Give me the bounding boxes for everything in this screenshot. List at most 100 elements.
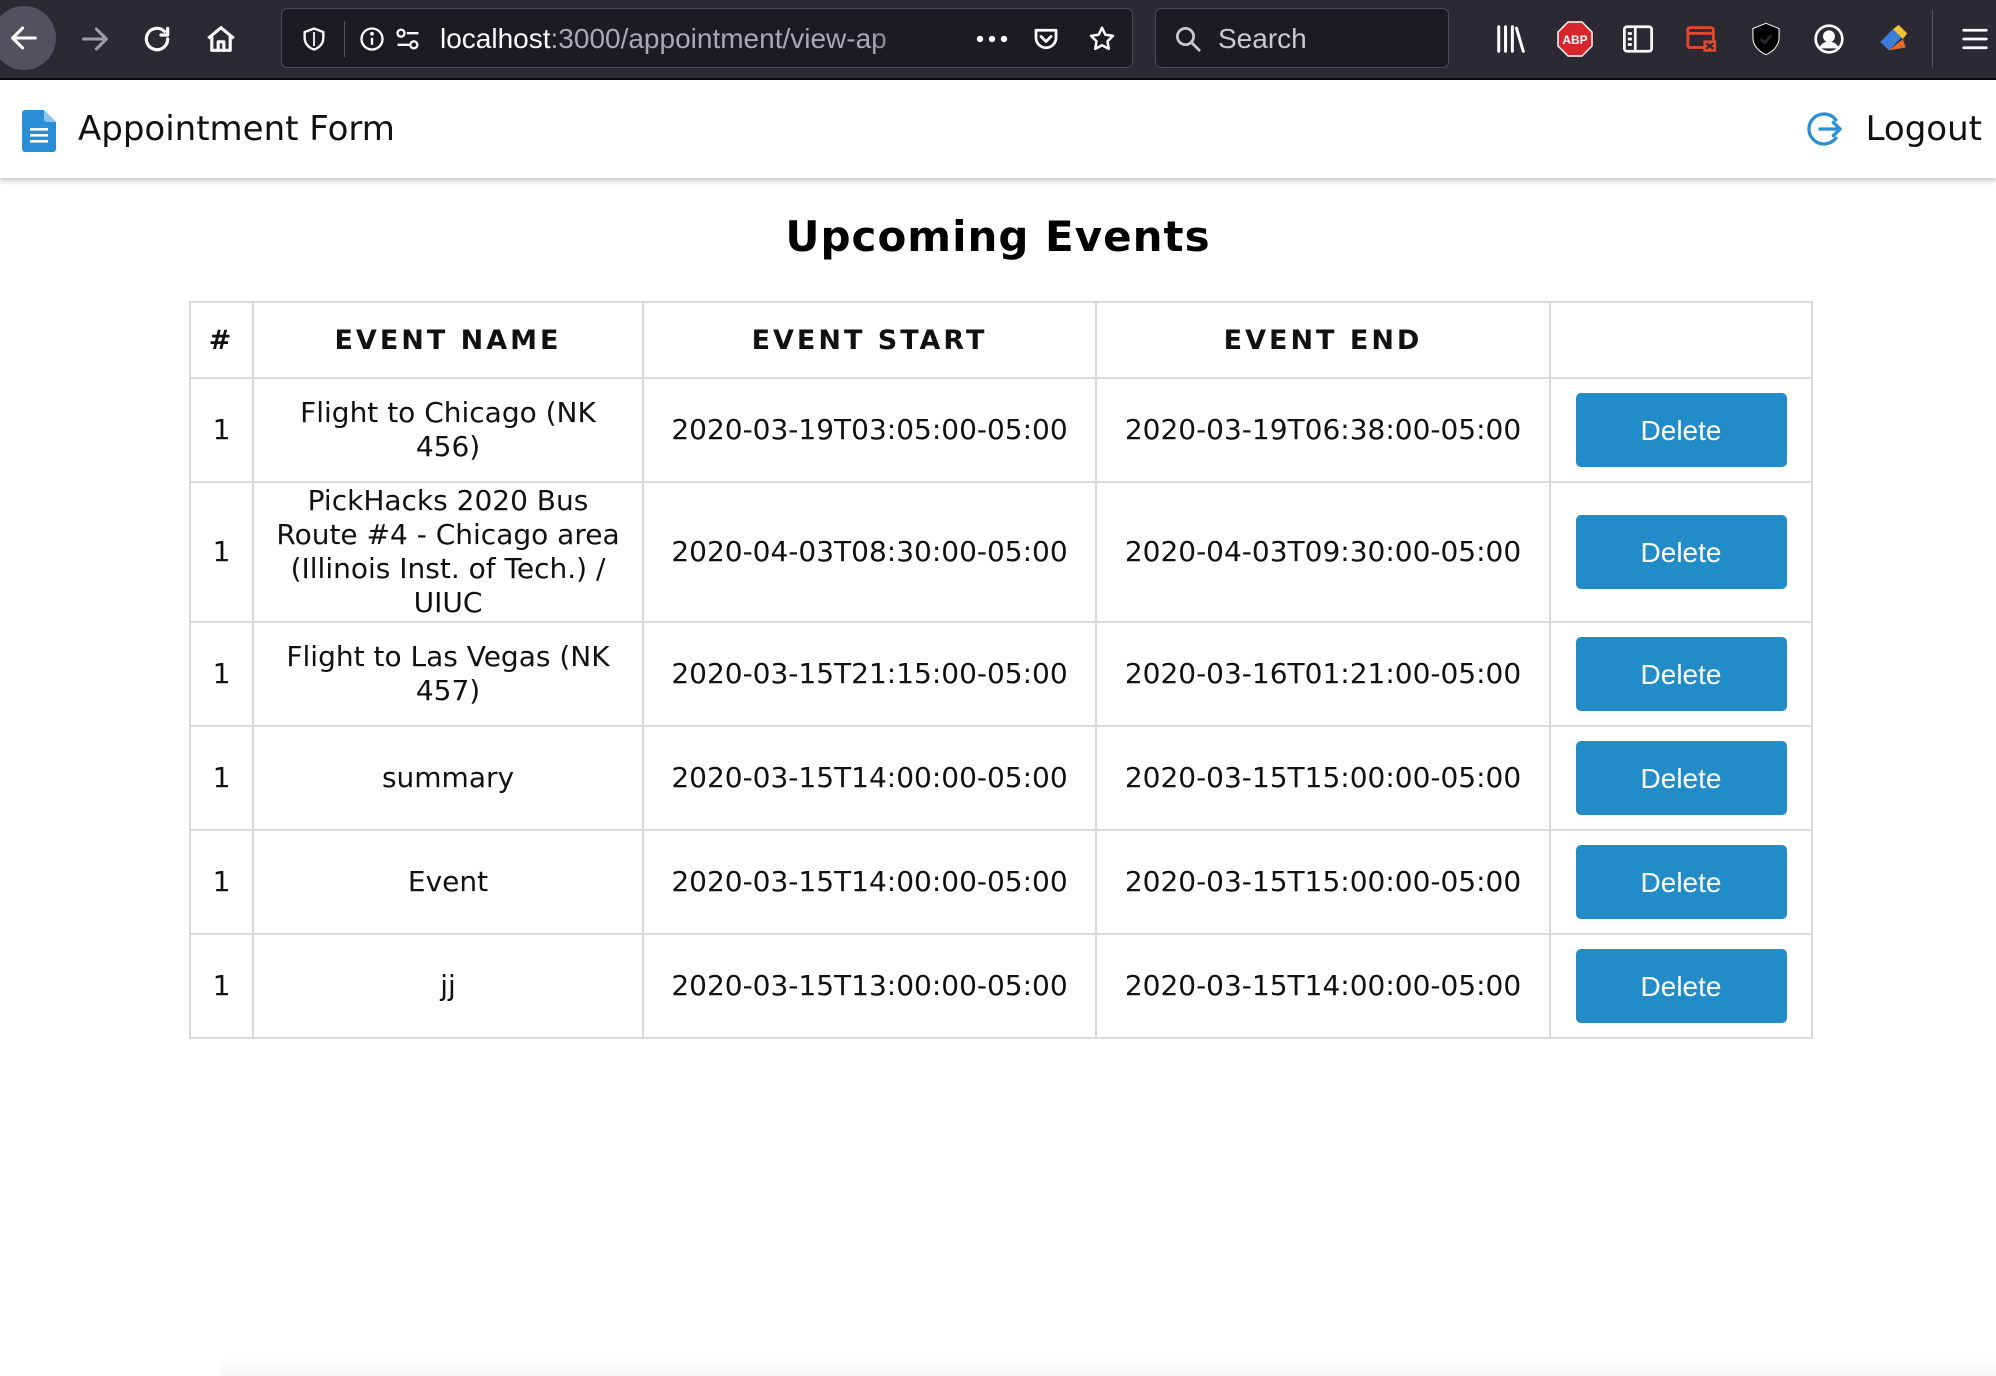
- library-icon: [1497, 25, 1525, 53]
- event-end: 2020-03-15T15:00:00-05:00: [1095, 829, 1551, 935]
- app-title: Appointment Form: [78, 109, 395, 149]
- permissions-button[interactable]: [390, 21, 426, 57]
- row-number: 1: [189, 725, 254, 831]
- forward-arrow-icon: [82, 27, 108, 51]
- abp-icon: ABP: [1557, 21, 1593, 57]
- home-icon: [207, 26, 235, 52]
- logout-button[interactable]: Logout: [1804, 80, 1982, 178]
- actions-cell: Delete: [1549, 725, 1813, 831]
- site-info-button[interactable]: [354, 21, 390, 57]
- extension-icon: [1880, 24, 1908, 51]
- row-number: 1: [189, 377, 254, 483]
- more-icon: [976, 35, 1008, 43]
- toolbar-separator: [1932, 10, 1933, 68]
- table-row: 1 summary 2020-03-15T14:00:00-05:00 2020…: [189, 725, 1813, 831]
- event-name: jj: [252, 933, 644, 1039]
- actions-cell: Delete: [1549, 481, 1813, 623]
- actions-cell: Delete: [1549, 377, 1813, 483]
- document-icon: [22, 110, 56, 152]
- ublock-button[interactable]: [1745, 18, 1787, 60]
- delete-button[interactable]: Delete: [1575, 845, 1787, 919]
- delete-button[interactable]: Delete: [1575, 393, 1787, 467]
- event-start: 2020-03-15T14:00:00-05:00: [642, 829, 1097, 935]
- column-header-event-start: EVENT START: [642, 301, 1097, 379]
- reload-button[interactable]: [132, 14, 182, 64]
- home-button[interactable]: [196, 14, 246, 64]
- url-path: :3000/appointment/view-ap: [550, 23, 887, 54]
- event-name: Flight to Chicago (NK 456): [252, 377, 644, 483]
- app-menu-button[interactable]: [1954, 18, 1996, 60]
- table-row: 1 jj 2020-03-15T13:00:00-05:00 2020-03-1…: [189, 933, 1813, 1039]
- reload-icon: [144, 26, 170, 52]
- event-end: 2020-03-15T15:00:00-05:00: [1095, 725, 1551, 831]
- event-start: 2020-03-15T21:15:00-05:00: [642, 621, 1097, 727]
- library-button[interactable]: [1490, 18, 1532, 60]
- events-table: # EVENT NAME EVENT START EVENT END 1 Fli…: [189, 301, 1813, 1039]
- tracking-protection-button[interactable]: [296, 21, 332, 57]
- doc-icon-wrap: [22, 110, 56, 152]
- url-bar[interactable]: localhost:3000/appointment/view-ap: [281, 8, 1133, 68]
- event-start: 2020-04-03T08:30:00-05:00: [642, 481, 1097, 623]
- table-row: 1 Event 2020-03-15T14:00:00-05:00 2020-0…: [189, 829, 1813, 935]
- back-button[interactable]: [0, 6, 56, 70]
- page-actions-button[interactable]: [972, 21, 1012, 57]
- app-header: Appointment Form Logout: [0, 80, 1996, 178]
- account-icon: [1814, 24, 1844, 54]
- actions-cell: Delete: [1549, 829, 1813, 935]
- url-fade: [872, 11, 922, 67]
- table-row: 1 PickHacks 2020 Bus Route #4 - Chicago …: [189, 481, 1813, 623]
- column-header-event-end: EVENT END: [1095, 301, 1551, 379]
- event-name: PickHacks 2020 Bus Route #4 - Chicago ar…: [252, 481, 644, 623]
- extension-button[interactable]: [1872, 18, 1914, 60]
- delete-button[interactable]: Delete: [1575, 637, 1787, 711]
- star-icon: [1089, 26, 1115, 51]
- event-end: 2020-03-19T06:38:00-05:00: [1095, 377, 1551, 483]
- event-name: Flight to Las Vegas (NK 457): [252, 621, 644, 727]
- table-row: 1 Flight to Chicago (NK 456) 2020-03-19T…: [189, 377, 1813, 483]
- event-end: 2020-03-15T14:00:00-05:00: [1095, 933, 1551, 1039]
- screenshot-icon: [1686, 26, 1717, 52]
- page-title: Upcoming Events: [785, 212, 1211, 261]
- event-start: 2020-03-15T13:00:00-05:00: [642, 933, 1097, 1039]
- ublock-icon: [1752, 22, 1780, 56]
- page-bottom-shadow: [220, 1356, 1996, 1376]
- hamburger-menu-icon: [1962, 28, 1988, 50]
- column-header-actions: [1549, 301, 1813, 379]
- bookmark-star-button[interactable]: [1084, 21, 1120, 57]
- info-icon: [360, 27, 384, 51]
- delete-button[interactable]: Delete: [1575, 949, 1787, 1023]
- permissions-icon: [396, 28, 419, 50]
- logout-label: Logout: [1865, 109, 1982, 149]
- column-header-event-name: EVENT NAME: [252, 301, 644, 379]
- logout-icon-wrap: [1804, 108, 1846, 150]
- adblock-plus-button[interactable]: ABP: [1554, 18, 1596, 60]
- abp-label: ABP: [1562, 33, 1587, 47]
- search-bar[interactable]: Search: [1155, 8, 1449, 68]
- reader-view-icon: [1623, 25, 1653, 53]
- row-number: 1: [189, 933, 254, 1039]
- back-arrow-icon: [11, 26, 37, 50]
- actions-cell: Delete: [1549, 933, 1813, 1039]
- table-header-row: # EVENT NAME EVENT START EVENT END: [189, 301, 1813, 379]
- pocket-button[interactable]: [1028, 21, 1064, 57]
- event-end: 2020-04-03T09:30:00-05:00: [1095, 481, 1551, 623]
- delete-button[interactable]: Delete: [1575, 515, 1787, 589]
- row-number: 1: [189, 621, 254, 727]
- column-header-number: #: [189, 301, 254, 379]
- shield-icon: [303, 27, 325, 51]
- search-icon: [1176, 27, 1201, 52]
- event-end: 2020-03-16T01:21:00-05:00: [1095, 621, 1551, 727]
- event-name: Event: [252, 829, 644, 935]
- reader-view-button[interactable]: [1617, 18, 1659, 60]
- row-number: 1: [189, 829, 254, 935]
- delete-button[interactable]: Delete: [1575, 741, 1787, 815]
- screenshot-button[interactable]: [1681, 18, 1723, 60]
- table-row: 1 Flight to Las Vegas (NK 457) 2020-03-1…: [189, 621, 1813, 727]
- search-icon-wrap: [1170, 21, 1206, 57]
- url-text[interactable]: localhost:3000/appointment/view-ap: [440, 9, 910, 69]
- logout-icon: [1806, 112, 1842, 146]
- pocket-icon: [1034, 28, 1058, 50]
- forward-button[interactable]: [70, 14, 120, 64]
- account-button[interactable]: [1808, 18, 1850, 60]
- event-start: 2020-03-15T14:00:00-05:00: [642, 725, 1097, 831]
